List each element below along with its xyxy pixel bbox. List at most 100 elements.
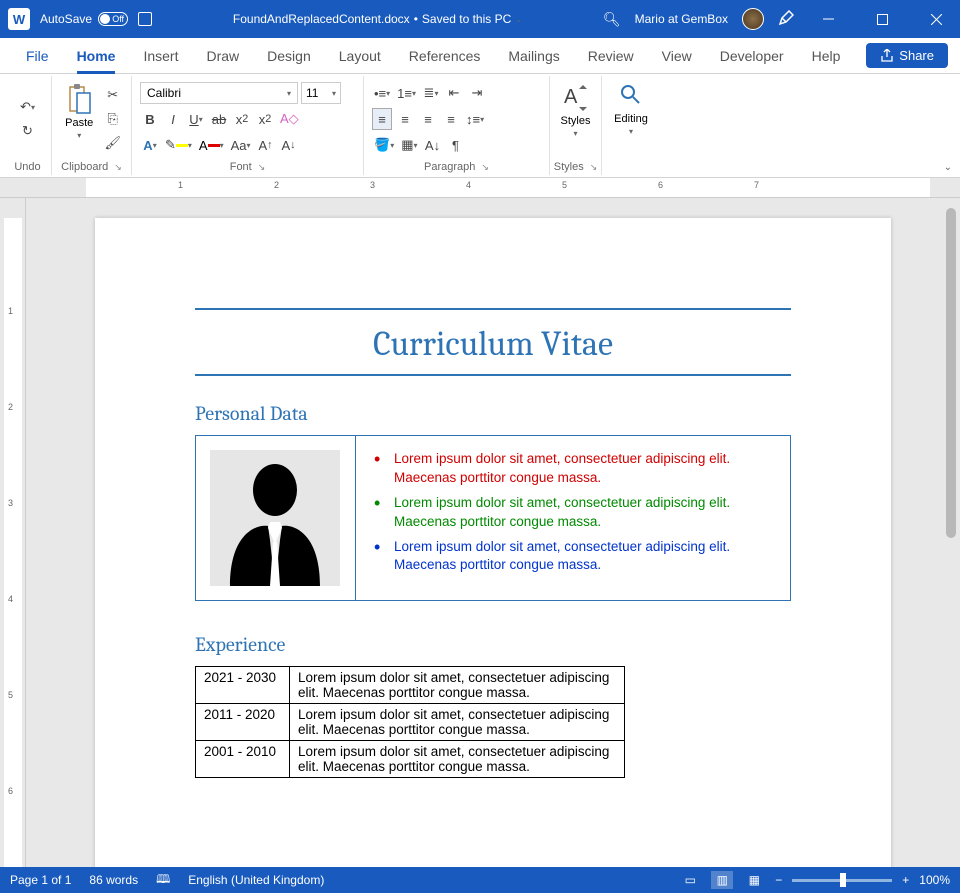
heading-experience[interactable]: Experience [195, 633, 791, 656]
styles-button[interactable]: A Styles ▾ [558, 79, 593, 159]
close-button[interactable] [916, 0, 956, 38]
borders-button[interactable]: ▦▾ [399, 134, 419, 156]
tab-draw[interactable]: Draw [192, 38, 253, 74]
align-right-button[interactable]: ≡ [418, 108, 438, 130]
group-font-label: Font [230, 161, 252, 173]
redo-button[interactable]: ↻ [18, 120, 38, 142]
show-marks-button[interactable]: ¶ [446, 134, 466, 156]
font-size-select[interactable]: 11▾ [301, 82, 341, 104]
font-launcher-icon[interactable]: ↘ [258, 162, 266, 173]
sort-button[interactable]: A↓ [423, 134, 443, 156]
maximize-button[interactable] [862, 0, 902, 38]
collapse-ribbon-icon[interactable]: ⌄ [944, 162, 952, 173]
zoom-level[interactable]: 100% [919, 873, 950, 887]
tab-view[interactable]: View [648, 38, 706, 74]
subscript-button[interactable]: x2 [232, 108, 252, 130]
superscript-button[interactable]: x2 [255, 108, 275, 130]
document-area: 1 2 3 4 5 6 Curriculum Vitae Personal Da… [0, 198, 960, 867]
multilevel-button[interactable]: ≣▾ [421, 82, 441, 104]
user-name[interactable]: Mario at GemBox [635, 12, 728, 26]
scroll-thumb[interactable] [946, 208, 956, 538]
user-avatar[interactable] [742, 8, 764, 30]
spellcheck-icon[interactable]: 🕮 [156, 870, 170, 891]
tab-file[interactable]: File [12, 38, 63, 74]
toggle-switch-icon[interactable]: Off [98, 12, 128, 26]
personal-data-list[interactable]: Lorem ipsum dolor sit amet, consectetuer… [370, 450, 776, 575]
tab-review[interactable]: Review [574, 38, 648, 74]
save-icon[interactable] [138, 12, 152, 26]
numbering-button[interactable]: 1≡▾ [395, 82, 418, 104]
text-effects-button[interactable]: A▾ [140, 134, 160, 156]
tab-references[interactable]: References [395, 38, 495, 74]
shading-button[interactable]: 🪣▾ [372, 134, 396, 156]
pen-icon[interactable] [778, 10, 794, 29]
increase-indent-button[interactable]: ⇥ [467, 82, 487, 104]
tab-help[interactable]: Help [798, 38, 855, 74]
experience-table[interactable]: 2021 - 2030Lorem ipsum dolor sit amet, c… [195, 666, 625, 778]
italic-button[interactable]: I [163, 108, 183, 130]
align-left-button[interactable]: ≡ [372, 108, 392, 130]
strikethrough-button[interactable]: ab [209, 108, 229, 130]
web-layout-button[interactable]: ▦ [743, 871, 765, 889]
document-scroll[interactable]: Curriculum Vitae Personal Data Lorem ips… [26, 198, 960, 867]
paste-button[interactable]: Paste ▾ [60, 79, 98, 159]
heading-personal-data[interactable]: Personal Data [195, 402, 791, 425]
cut-button[interactable]: ✂ [103, 84, 123, 106]
group-clipboard-label: Clipboard [61, 161, 108, 173]
paragraph-launcher-icon[interactable]: ↘ [481, 162, 489, 173]
highlight-button[interactable]: ✎▾ [163, 134, 194, 156]
zoom-in-button[interactable]: + [902, 873, 909, 887]
font-name-select[interactable]: Calibri▾ [140, 82, 298, 104]
format-painter-button[interactable]: 🖌 [102, 132, 123, 154]
share-button[interactable]: Share [866, 43, 948, 68]
tab-home[interactable]: Home [63, 38, 130, 74]
align-center-button[interactable]: ≡ [395, 108, 415, 130]
editing-button[interactable]: Editing ▾ [610, 79, 652, 171]
minimize-button[interactable] [808, 0, 848, 38]
line-spacing-button[interactable]: ↕≡▾ [464, 108, 486, 130]
tab-layout[interactable]: Layout [325, 38, 395, 74]
search-icon[interactable]: 🔍︎ [603, 11, 621, 28]
undo-button[interactable]: ↶▾ [18, 96, 38, 118]
shrink-font-button[interactable]: A↓ [279, 134, 299, 156]
clipboard-launcher-icon[interactable]: ↘ [114, 162, 122, 173]
language-indicator[interactable]: English (United Kingdom) [188, 873, 324, 887]
tab-mailings[interactable]: Mailings [494, 38, 573, 74]
horizontal-ruler[interactable]: 1 2 3 4 5 6 7 [0, 178, 960, 198]
styles-icon: A [562, 83, 590, 113]
word-app-icon: W [8, 8, 30, 30]
page-indicator[interactable]: Page 1 of 1 [10, 873, 71, 887]
change-case-button[interactable]: Aa▾ [229, 134, 253, 156]
vertical-ruler[interactable]: 1 2 3 4 5 6 [0, 198, 26, 867]
document-page[interactable]: Curriculum Vitae Personal Data Lorem ips… [95, 218, 891, 867]
zoom-slider[interactable] [792, 879, 892, 882]
personal-data-table[interactable]: Lorem ipsum dolor sit amet, consectetuer… [195, 435, 791, 601]
copy-button[interactable]: ⎘ [103, 108, 123, 130]
autosave-toggle[interactable]: AutoSave Off [40, 12, 128, 26]
list-item[interactable]: Lorem ipsum dolor sit amet, consectetuer… [370, 450, 776, 488]
tab-insert[interactable]: Insert [129, 38, 192, 74]
bullets-button[interactable]: •≡▾ [372, 82, 392, 104]
bold-button[interactable]: B [140, 108, 160, 130]
clear-format-button[interactable]: A◇ [278, 108, 301, 130]
focus-mode-button[interactable]: ▭ [679, 871, 701, 889]
chevron-down-icon[interactable]: ⌄ [515, 15, 522, 24]
list-item[interactable]: Lorem ipsum dolor sit amet, consectetuer… [370, 494, 776, 532]
font-color-button[interactable]: A▾ [197, 134, 226, 156]
styles-launcher-icon[interactable]: ↘ [590, 162, 598, 173]
document-title[interactable]: FoundAndReplacedContent.docx • Saved to … [152, 12, 603, 26]
list-item[interactable]: Lorem ipsum dolor sit amet, consectetuer… [370, 538, 776, 576]
vertical-scrollbar[interactable] [944, 208, 958, 857]
grow-font-button[interactable]: A↑ [256, 134, 276, 156]
zoom-out-button[interactable]: − [775, 873, 782, 887]
decrease-indent-button[interactable]: ⇤ [444, 82, 464, 104]
underline-button[interactable]: U▾ [186, 108, 206, 130]
document-heading[interactable]: Curriculum Vitae [195, 308, 791, 376]
clipboard-icon [66, 83, 92, 115]
print-layout-button[interactable]: ▥ [711, 871, 733, 889]
justify-button[interactable]: ≡ [441, 108, 461, 130]
profile-silhouette-image[interactable] [210, 450, 340, 586]
tab-developer[interactable]: Developer [706, 38, 798, 74]
tab-design[interactable]: Design [253, 38, 325, 74]
word-count[interactable]: 86 words [89, 873, 138, 887]
